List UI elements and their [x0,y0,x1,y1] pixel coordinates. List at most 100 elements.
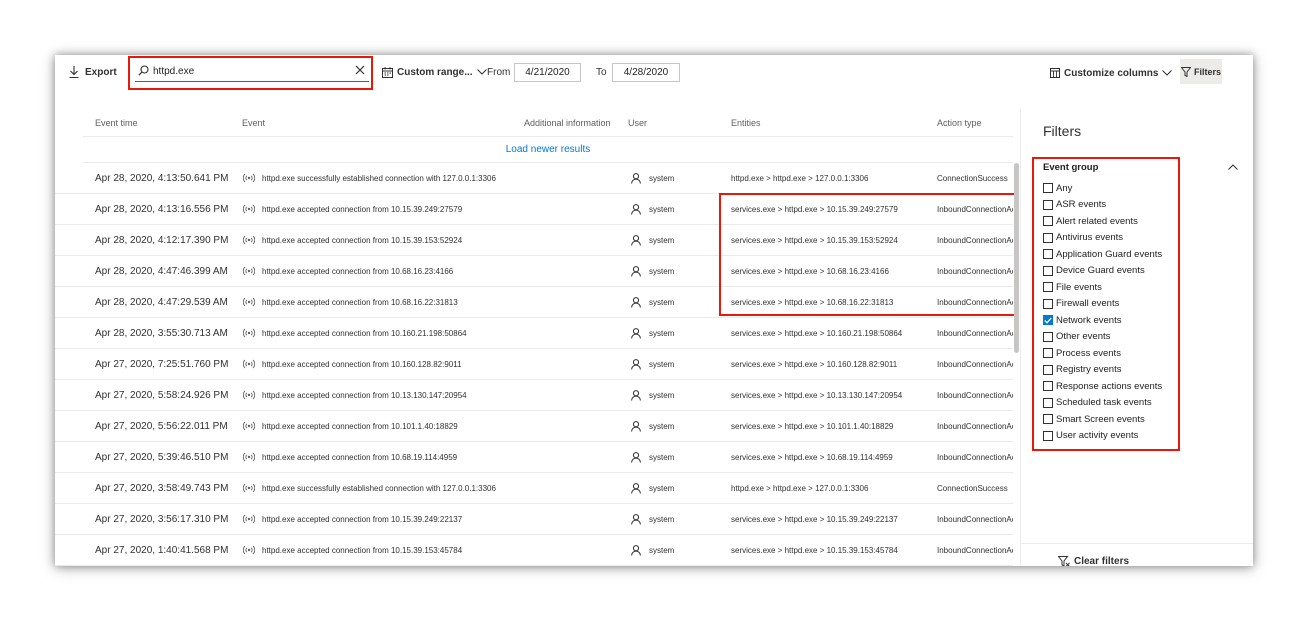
user-cell[interactable]: system [649,442,709,472]
event-description-cell: httpd.exe successfully established conne… [262,173,496,183]
checkbox[interactable] [1043,282,1053,293]
filter-option[interactable]: Device Guard events [1043,263,1162,280]
filter-option[interactable]: Antivirus events [1043,230,1162,247]
filter-option-label: Firewall events [1056,298,1120,310]
filters-panel: Filters Event group Any ASR events Alert r… [1020,109,1253,566]
filter-option[interactable]: Process events [1043,345,1162,362]
entities-cell[interactable]: services.exe > httpd.exe > 10.13.130.147… [731,380,929,410]
custom-range-dropdown[interactable]: Custom range... [382,64,487,80]
checkbox[interactable] [1043,199,1053,210]
checkbox[interactable] [1043,249,1053,260]
entities-cell[interactable]: services.exe > httpd.exe > 10.160.128.82… [731,349,929,379]
entities-cell[interactable]: services.exe > httpd.exe > 10.101.1.40:1… [731,411,929,441]
col-user[interactable]: User [628,118,647,128]
checkbox[interactable] [1043,265,1053,276]
filters-toggle-button[interactable]: Filters [1180,59,1222,84]
entities-cell[interactable]: services.exe > httpd.exe > 10.15.39.153:… [731,535,929,565]
table-row[interactable]: Apr 28, 2020, 3:55:30.713 AM httpd.exe ac… [55,318,1013,349]
search-input[interactable] [153,63,343,79]
filter-option-label: Other events [1056,331,1111,343]
checkbox[interactable] [1043,232,1053,243]
chevron-up-icon[interactable] [1228,164,1238,170]
filter-option[interactable]: File events [1043,279,1162,296]
filter-option[interactable]: ASR events [1043,197,1162,214]
table-row[interactable]: Apr 27, 2020, 5:58:24.926 PM httpd.exe ac… [55,380,1013,411]
filter-option-label: Response actions events [1056,380,1163,392]
filter-option[interactable]: Firewall events [1043,296,1162,313]
network-signal-icon [243,256,257,286]
filter-option[interactable]: Scheduled task events [1043,395,1162,412]
columns-icon [1050,68,1060,78]
filter-option[interactable]: Smart Screen events [1043,411,1162,428]
user-cell[interactable]: system [649,318,709,348]
checkbox[interactable] [1043,381,1053,392]
table-row[interactable]: Apr 27, 2020, 3:56:17.310 PM httpd.exe ac… [55,504,1013,535]
from-date-input[interactable]: 4/21/2020 [514,63,581,82]
col-additional-info[interactable]: Additional information [524,118,611,128]
checkbox[interactable] [1043,298,1053,309]
checkbox[interactable] [1043,414,1053,425]
filter-option-label: Application Guard events [1056,248,1163,260]
checkbox[interactable] [1043,430,1053,441]
entities-cell[interactable]: httpd.exe > httpd.exe > 127.0.0.1:3306 [731,163,929,193]
col-action-type[interactable]: Action type [937,118,982,128]
table-row[interactable]: Apr 27, 2020, 3:58:49.743 PM httpd.exe su… [55,473,1013,504]
user-cell[interactable]: system [649,349,709,379]
checkbox[interactable] [1043,364,1053,375]
action-type-cell: InboundConnectionAccepted [937,390,1013,400]
col-event[interactable]: Event [242,118,265,128]
user-cell[interactable]: system [649,225,709,255]
event-time-cell: Apr 27, 2020, 5:39:46.510 PM [95,451,229,463]
person-icon [631,225,643,255]
filter-option[interactable]: Response actions events [1043,378,1162,395]
checkbox[interactable] [1043,331,1053,342]
filter-option[interactable]: User activity events [1043,428,1162,445]
user-cell[interactable]: system [649,473,709,503]
table-row[interactable]: Apr 28, 2020, 4:13:50.641 PM httpd.exe su… [55,163,1013,194]
entities-cell[interactable]: services.exe > httpd.exe > 10.68.19.114:… [731,442,929,472]
action-type-cell: InboundConnectionAccepted [937,359,1013,369]
col-entities[interactable]: Entities [731,118,761,128]
col-event-time[interactable]: Event time [95,118,138,128]
customize-columns-button[interactable]: Customize columns [1050,65,1173,81]
table-row[interactable]: Apr 27, 2020, 5:39:46.510 PM httpd.exe ac… [55,442,1013,473]
checkbox[interactable] [1043,348,1053,359]
filter-option[interactable]: Application Guard events [1043,246,1162,263]
filter-option[interactable]: Other events [1043,329,1162,346]
checkbox[interactable] [1043,397,1053,408]
entities-cell[interactable]: services.exe > httpd.exe > 10.15.39.249:… [731,504,929,534]
user-cell[interactable]: system [649,194,709,224]
filter-option[interactable]: Network events [1043,312,1162,329]
filter-option[interactable]: Any [1043,180,1162,197]
export-button[interactable]: Export [69,64,117,80]
filter-option[interactable]: Registry events [1043,362,1162,379]
user-cell[interactable]: system [649,504,709,534]
table-row[interactable]: Apr 27, 2020, 1:40:41.568 PM httpd.exe ac… [55,535,1013,566]
checkbox[interactable] [1043,216,1053,227]
filters-label: Filters [1193,66,1221,77]
network-signal-icon [243,535,257,565]
filter-option[interactable]: Alert related events [1043,213,1162,230]
table-row[interactable]: Apr 27, 2020, 5:56:22.011 PM httpd.exe ac… [55,411,1013,442]
clear-filters-button[interactable]: Clear filters [1058,556,1129,566]
to-date-input[interactable]: 4/28/2020 [612,63,680,82]
entities-cell[interactable]: httpd.exe > httpd.exe > 127.0.0.1:3306 [731,473,929,503]
entities-highlight-box [719,193,1016,316]
user-cell[interactable]: system [649,163,709,193]
close-icon[interactable] [355,65,365,75]
entities-cell[interactable]: services.exe > httpd.exe > 10.160.21.198… [731,318,929,348]
user-cell[interactable]: system [649,380,709,410]
event-time-cell: Apr 27, 2020, 3:58:49.743 PM [95,482,229,494]
table-row[interactable]: Apr 27, 2020, 7:25:51.760 PM httpd.exe ac… [55,349,1013,380]
person-icon [631,287,643,317]
user-cell[interactable]: system [649,287,709,317]
user-cell[interactable]: system [649,256,709,286]
event-time-cell: Apr 28, 2020, 4:13:50.641 PM [95,172,229,184]
checkbox[interactable] [1043,183,1053,194]
load-newer-results-link[interactable]: Load newer results [83,136,1013,163]
user-cell[interactable]: system [649,411,709,441]
table-scrollbar[interactable] [1014,163,1019,353]
search-field[interactable] [135,61,369,82]
user-cell[interactable]: system [649,535,709,565]
checkbox[interactable] [1043,315,1053,326]
